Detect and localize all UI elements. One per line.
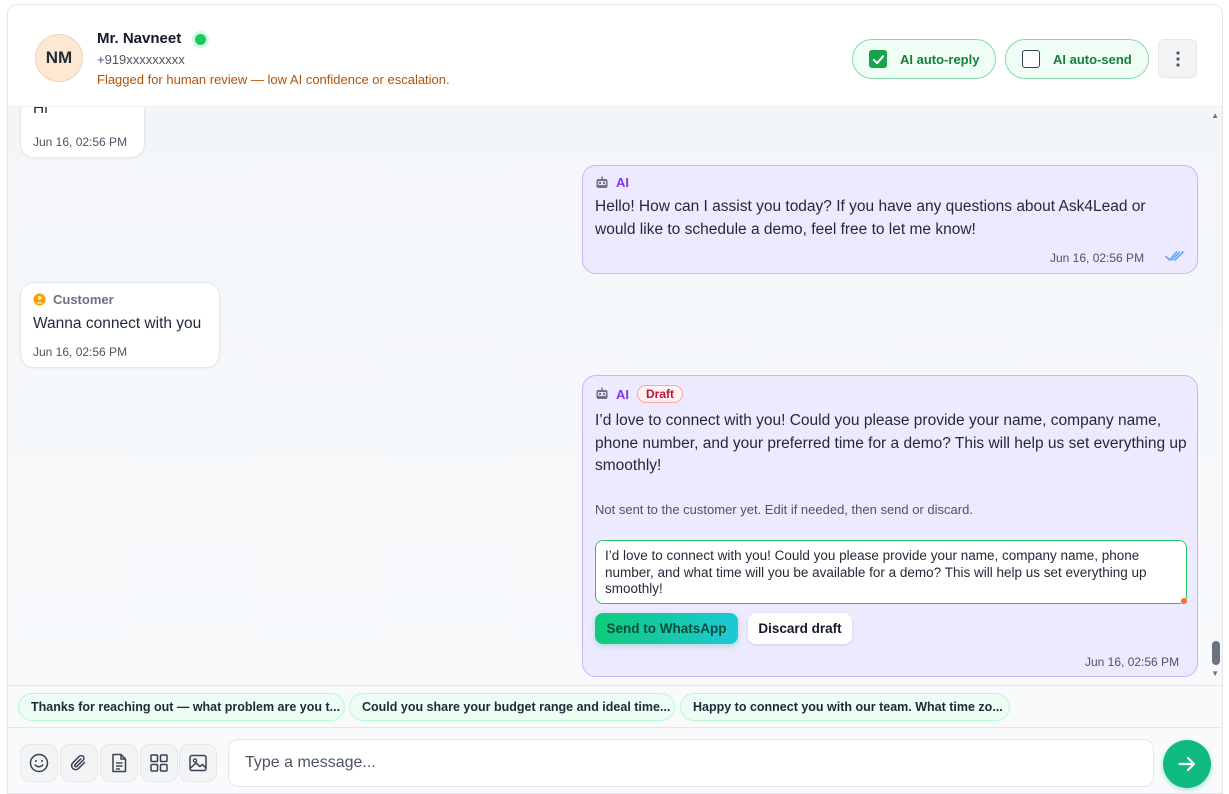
- message-input[interactable]: [228, 739, 1154, 787]
- suggestion-chip[interactable]: Happy to connect you with our team. What…: [680, 693, 1010, 721]
- discard-draft-button[interactable]: Discard draft: [748, 613, 852, 644]
- robot-icon: [595, 176, 609, 190]
- checkbox-unchecked-icon: [1022, 50, 1040, 68]
- chat-window: NM Mr. Navneet +919xxxxxxxxx Flagged for…: [7, 4, 1223, 794]
- contact-phone: +919xxxxxxxxx: [97, 52, 185, 67]
- avatar: NM: [35, 34, 83, 82]
- draft-editor[interactable]: [595, 540, 1187, 604]
- message-time: Jun 16, 02:56 PM: [33, 135, 128, 149]
- suggestion-bar: Thanks for reaching out — what problem a…: [8, 685, 1222, 727]
- message-text: I’d love to connect with you! Could you …: [595, 412, 1187, 474]
- sender-row: AI: [595, 175, 629, 190]
- scroll-thumb[interactable]: [1212, 641, 1220, 665]
- resize-handle-icon[interactable]: [1181, 598, 1187, 604]
- emoji-icon: [29, 753, 49, 773]
- image-icon: [189, 754, 207, 772]
- more-vertical-icon: [1175, 50, 1180, 67]
- scrollbar[interactable]: ▲ ▼: [1208, 107, 1222, 685]
- message-ai-draft: AI Draft I’d love to connect with you! C…: [582, 375, 1198, 677]
- message-time: Jun 16, 02:56 PM: [1050, 251, 1145, 265]
- review-flag-text: Flagged for human review — low AI confid…: [97, 72, 450, 87]
- sender-row: Customer: [33, 292, 114, 307]
- customer-icon: [33, 293, 46, 306]
- ai-auto-reply-label: AI auto-reply: [900, 51, 980, 67]
- contact-name: Mr. Navneet: [97, 30, 182, 47]
- ai-auto-send-toggle[interactable]: AI auto-send: [1005, 39, 1149, 79]
- send-button[interactable]: [1163, 740, 1211, 788]
- message-text: Hi: [33, 107, 48, 117]
- ai-auto-reply-toggle[interactable]: AI auto-reply: [852, 39, 996, 79]
- document-icon: [112, 753, 127, 773]
- checkbox-checked-icon: [869, 50, 887, 68]
- emoji-button[interactable]: [20, 744, 58, 782]
- sender-row: AI Draft: [595, 385, 684, 403]
- document-button[interactable]: [100, 744, 138, 782]
- send-icon: [1178, 756, 1196, 772]
- suggestion-chip[interactable]: Could you share your budget range and id…: [349, 693, 675, 721]
- message-incoming: Hi Jun 16, 02:56 PM: [20, 107, 145, 158]
- message-ai: AI Hello! How can I assist you today? If…: [582, 165, 1198, 274]
- draft-badge: Draft: [637, 385, 684, 403]
- scroll-up-icon[interactable]: ▲: [1211, 111, 1219, 120]
- message-time: Jun 16, 02:56 PM: [1085, 655, 1180, 669]
- sender-label: AI: [616, 386, 629, 402]
- grid-icon: [150, 754, 168, 772]
- paperclip-icon: [70, 754, 86, 771]
- message-text: Wanna connect with you: [33, 315, 202, 332]
- double-check-icon: [1165, 249, 1185, 268]
- sender-label: AI: [616, 175, 629, 190]
- sender-label: Customer: [53, 292, 114, 307]
- composer: [8, 727, 1222, 793]
- message-incoming: Customer Wanna connect with you Jun 16, …: [20, 282, 220, 368]
- templates-button[interactable]: [140, 744, 178, 782]
- message-text: Hello! How can I assist you today? If yo…: [595, 198, 1146, 238]
- online-status-icon: [195, 34, 206, 45]
- message-time: Jun 16, 02:56 PM: [33, 345, 128, 359]
- draft-note: Not sent to the customer yet. Edit if ne…: [595, 502, 973, 517]
- attach-button[interactable]: [60, 744, 98, 782]
- image-button[interactable]: [179, 744, 217, 782]
- send-to-whatsapp-button[interactable]: Send to WhatsApp: [595, 613, 738, 644]
- suggestion-chip[interactable]: Thanks for reaching out — what problem a…: [18, 693, 345, 721]
- chat-header: NM Mr. Navneet +919xxxxxxxxx Flagged for…: [8, 5, 1222, 107]
- robot-icon: [595, 387, 609, 401]
- ai-auto-send-label: AI auto-send: [1053, 51, 1132, 67]
- message-list[interactable]: Hi Jun 16, 02:56 PM AI Hello! How can I …: [8, 107, 1222, 685]
- scroll-down-icon[interactable]: ▼: [1211, 669, 1219, 678]
- more-options-button[interactable]: [1158, 39, 1197, 78]
